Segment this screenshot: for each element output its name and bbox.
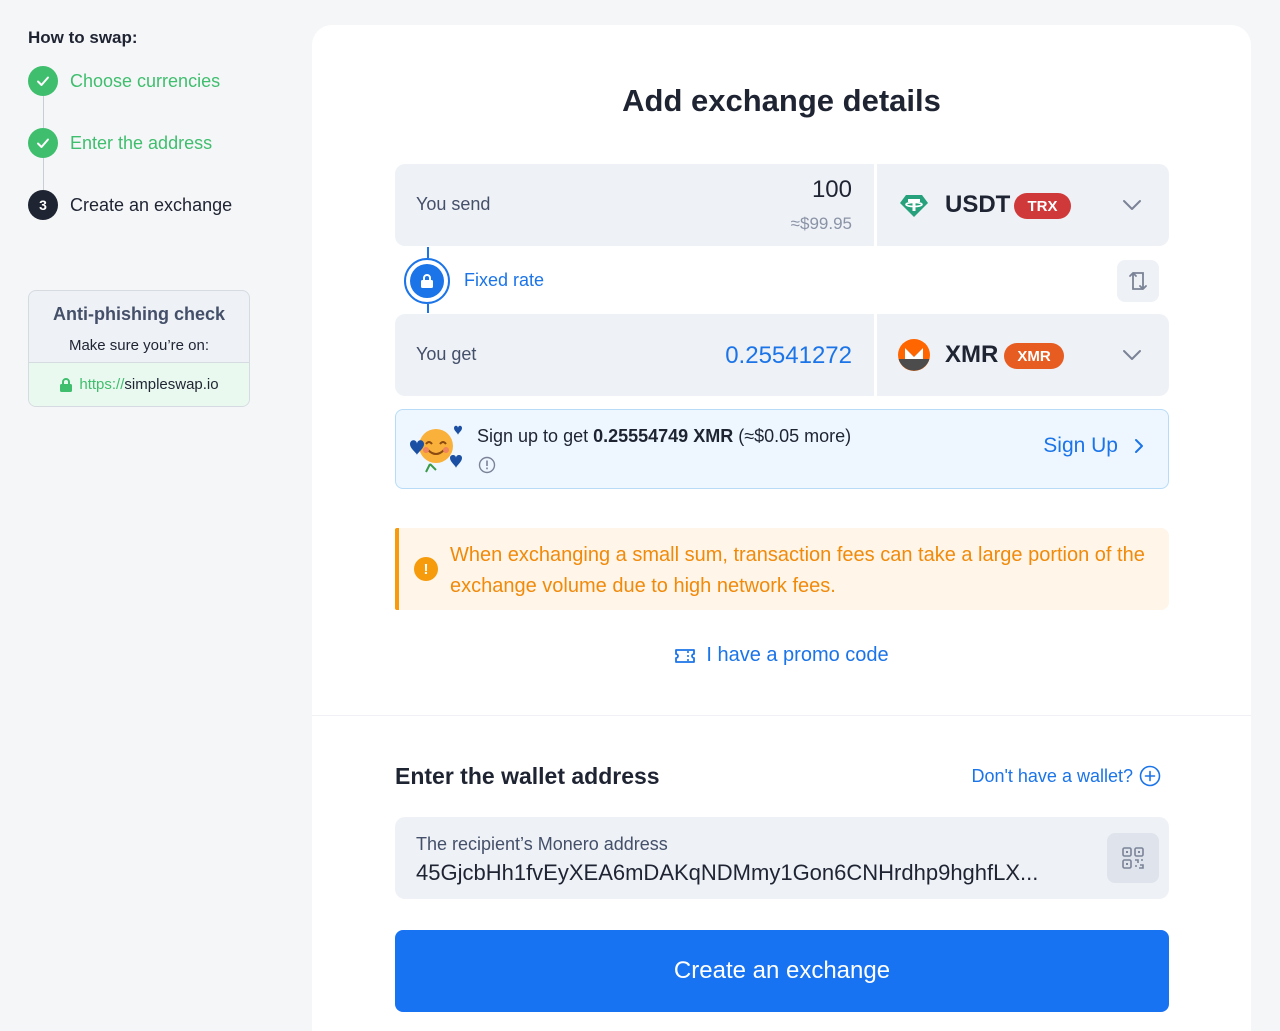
check-icon bbox=[28, 66, 58, 96]
anti-phishing-title: Anti-phishing check bbox=[52, 304, 225, 324]
qr-code-icon bbox=[1122, 847, 1144, 869]
lock-icon bbox=[410, 264, 444, 298]
send-usd-estimate: ≈$99.95 bbox=[790, 214, 852, 233]
network-badge: XMR bbox=[1004, 343, 1064, 369]
step-create-exchange: 3 Create an exchange bbox=[28, 190, 258, 220]
step-list: Choose currencies Enter the address 3 Cr… bbox=[28, 66, 258, 220]
step-connector bbox=[43, 96, 44, 128]
address-input[interactable]: 45GjcbHh1fvEyXEA6mDAKqNDMmy1Gon6CNHrdhp9… bbox=[416, 860, 1038, 886]
url-host: simpleswap.io bbox=[124, 376, 219, 393]
recipient-address-field[interactable]: The recipient’s Monero address 45GjcbHh1… bbox=[395, 817, 1169, 899]
send-currency-select[interactable]: USDT TRX bbox=[877, 164, 1169, 246]
signup-bonus-text: Sign up to get 0.25554749 XMR (≈$0.05 mo… bbox=[477, 426, 851, 447]
sign-up-label: Sign Up bbox=[1043, 434, 1118, 457]
chevron-down-icon bbox=[1121, 194, 1143, 216]
get-amount-value: 0.25541272 bbox=[725, 342, 852, 369]
info-icon[interactable] bbox=[478, 456, 496, 474]
rate-connector bbox=[427, 304, 429, 313]
create-exchange-button[interactable]: Create an exchange bbox=[395, 930, 1169, 1012]
signup-bonus-amount: 0.25554749 XMR bbox=[593, 426, 734, 446]
sidebar: How to swap: Choose currencies Enter the… bbox=[28, 28, 258, 220]
warning-text: When exchanging a small sum, transaction… bbox=[450, 544, 1145, 597]
ticket-icon bbox=[675, 648, 696, 663]
wallet-title: Enter the wallet address bbox=[395, 763, 660, 789]
rate-connector bbox=[427, 247, 429, 258]
fixed-rate-toggle[interactable] bbox=[404, 258, 450, 304]
chevron-down-icon bbox=[1121, 344, 1143, 366]
step-label: Choose currencies bbox=[70, 70, 221, 91]
smiley-hearts-icon bbox=[406, 420, 466, 474]
no-wallet-link[interactable]: Don't have a wallet? bbox=[971, 765, 1161, 787]
send-label: You send bbox=[416, 194, 491, 214]
step-enter-address: Enter the address bbox=[28, 128, 258, 158]
swap-icon bbox=[1129, 272, 1147, 290]
send-currency-code: USDT bbox=[945, 191, 1011, 218]
address-label: The recipient’s Monero address bbox=[416, 834, 668, 854]
url-protocol: https:// bbox=[79, 376, 125, 393]
step-number: 3 bbox=[28, 190, 58, 220]
check-icon bbox=[28, 128, 58, 158]
no-wallet-label: Don't have a wallet? bbox=[971, 765, 1133, 786]
monero-icon bbox=[897, 338, 931, 372]
get-currency-code: XMR bbox=[945, 341, 999, 368]
promo-code-link[interactable]: I have a promo code bbox=[312, 644, 1251, 667]
exchange-details-card: Add exchange details You send 100 ≈$99.9… bbox=[312, 25, 1251, 715]
promo-code-label: I have a promo code bbox=[706, 644, 889, 666]
send-amount-field[interactable]: You send 100 ≈$99.95 bbox=[395, 164, 874, 246]
anti-phishing-url: https://simpleswap.io bbox=[29, 362, 249, 406]
signup-bonus-banner: Sign up to get 0.25554749 XMR (≈$0.05 mo… bbox=[395, 409, 1169, 489]
swap-currencies-button[interactable] bbox=[1117, 260, 1159, 302]
signup-prefix: Sign up to get bbox=[477, 426, 594, 446]
signup-suffix: (≈$0.05 more) bbox=[733, 426, 852, 446]
step-connector bbox=[43, 158, 44, 190]
small-sum-warning: ! When exchanging a small sum, transacti… bbox=[395, 528, 1169, 610]
network-badge: TRX bbox=[1014, 193, 1071, 219]
page-title: Add exchange details bbox=[622, 83, 941, 118]
step-label: Enter the address bbox=[70, 132, 213, 153]
exclamation-icon: ! bbox=[414, 557, 438, 581]
plus-circle-icon bbox=[1139, 765, 1161, 787]
sign-up-button[interactable]: Sign Up bbox=[1043, 434, 1144, 458]
tether-icon bbox=[897, 188, 931, 222]
lock-icon bbox=[59, 377, 73, 393]
scan-qr-button[interactable] bbox=[1107, 833, 1159, 883]
chevron-right-icon bbox=[1135, 439, 1143, 453]
anti-phishing-check: Anti-phishing check Make sure you’re on:… bbox=[28, 290, 250, 407]
fixed-rate-label[interactable]: Fixed rate bbox=[464, 270, 544, 291]
how-to-swap-title: How to swap: bbox=[28, 28, 138, 47]
step-label: Create an exchange bbox=[70, 194, 233, 215]
get-label: You get bbox=[416, 344, 477, 364]
anti-phishing-subtitle: Make sure you’re on: bbox=[68, 337, 210, 354]
wallet-section: Enter the wallet address Don't have a wa… bbox=[312, 715, 1251, 1031]
send-amount-input[interactable]: 100 bbox=[812, 176, 852, 204]
step-choose-currencies: Choose currencies bbox=[28, 66, 258, 96]
get-currency-select[interactable]: XMR XMR bbox=[877, 314, 1169, 396]
get-amount-field: You get 0.25541272 bbox=[395, 314, 874, 396]
